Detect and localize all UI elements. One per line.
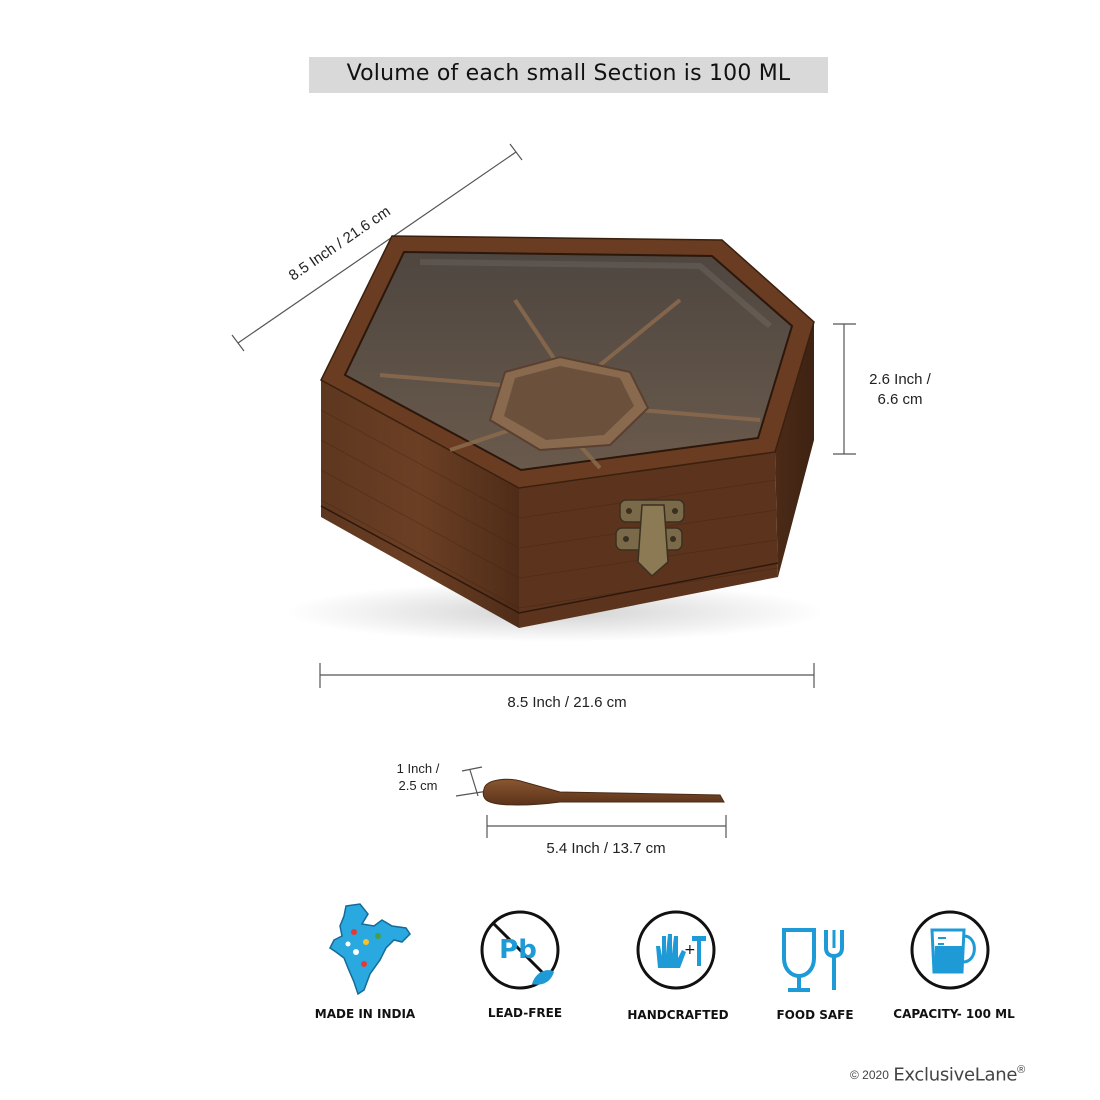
badge-label-lead-free: LEAD-FREE xyxy=(487,1006,563,1020)
height-dimension-line1: 2.6 Inch / xyxy=(869,371,931,388)
height-dimension-line xyxy=(833,323,856,455)
spoon-width-dimension-label: 1 Inch / 2.5 cm xyxy=(388,760,448,794)
height-dimension-label: 2.6 Inch / 6.6 cm xyxy=(855,370,945,410)
footer-copyright: © 2020 xyxy=(850,1068,889,1083)
width-dimension-line xyxy=(319,663,815,688)
spoon-width-line2: 2.5 cm xyxy=(398,778,438,793)
registered-mark-icon: ® xyxy=(1017,1064,1026,1076)
svg-text:+: + xyxy=(684,942,696,958)
food-safe-icon xyxy=(782,928,844,992)
footer-brand-name: ExclusiveLane xyxy=(893,1064,1018,1086)
badge-label-made-in-india: MADE IN INDIA xyxy=(314,1007,416,1021)
handcrafted-icon: + xyxy=(636,910,716,990)
svg-text:Pb: Pb xyxy=(499,935,537,965)
badge-label-food-safe: FOOD SAFE xyxy=(776,1008,854,1022)
badge-label-handcrafted: HANDCRAFTED xyxy=(627,1008,729,1022)
product-illustration: Pb + xyxy=(231,143,990,996)
hexagonal-spice-box xyxy=(320,235,815,628)
height-dimension-line2: 6.6 cm xyxy=(877,391,923,408)
footer-brand: © 2020 ExclusiveLane® xyxy=(850,1064,1025,1086)
width-dimension-label: 8.5 Inch / 21.6 cm xyxy=(507,694,627,711)
jug-icon xyxy=(910,910,990,990)
spoon-length-dimension-line xyxy=(486,815,727,838)
india-map-icon xyxy=(329,903,411,996)
wooden-spoon xyxy=(482,778,725,806)
spoon-width-line1: 1 Inch / xyxy=(396,761,440,776)
spoon-length-dimension-label: 5.4 Inch / 13.7 cm xyxy=(546,840,666,857)
badge-label-capacity: CAPACITY- 100 ML xyxy=(893,1007,1015,1021)
lead-free-icon: Pb xyxy=(480,910,560,990)
